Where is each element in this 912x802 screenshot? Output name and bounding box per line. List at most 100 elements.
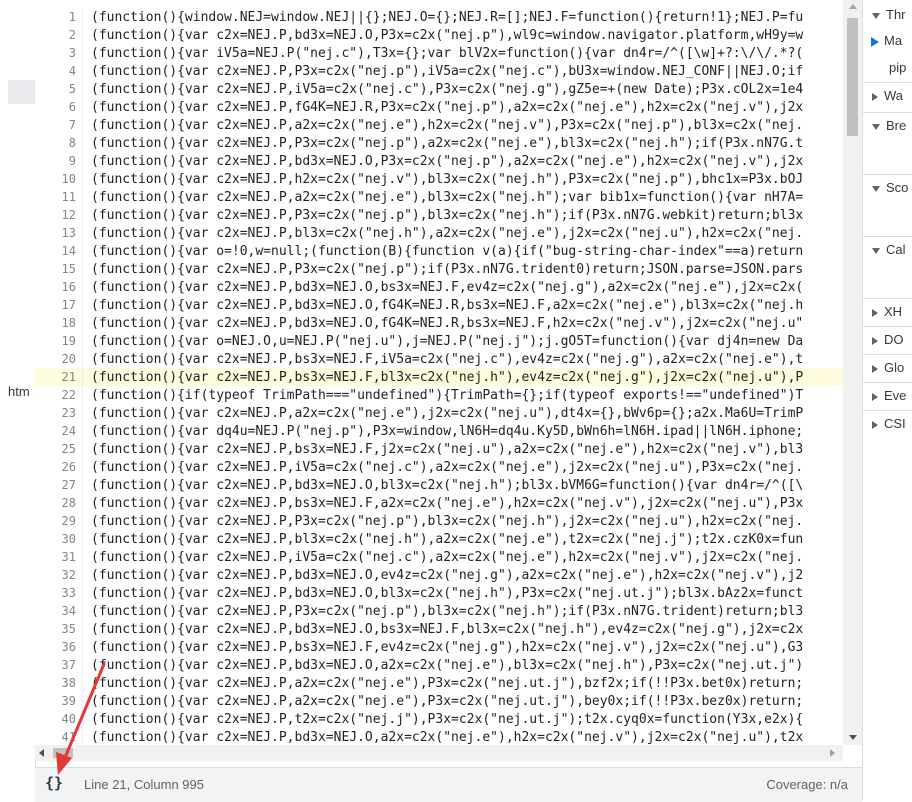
debugger-section-2[interactable]: Bre bbox=[863, 112, 912, 139]
code-line[interactable]: 18 (function(){var c2x=NEJ.P,bd3x=NEJ.O,f… bbox=[35, 314, 843, 332]
code-line[interactable]: 10 (function(){var c2x=NEJ.P,h2x=c2x("nej… bbox=[35, 170, 843, 188]
code-line[interactable]: 24 (function(){var dq4u=NEJ.P("nej.p"),P3… bbox=[35, 422, 843, 440]
code-line[interactable]: 9 (function(){var c2x=NEJ.P,bd3x=NEJ.O,P3… bbox=[35, 152, 843, 170]
line-number[interactable]: 31 bbox=[35, 548, 83, 566]
line-number[interactable]: 3 bbox=[35, 44, 83, 62]
expand-triangle-right-icon[interactable] bbox=[872, 336, 878, 345]
line-number[interactable]: 10 bbox=[35, 170, 83, 188]
line-number[interactable]: 9 bbox=[35, 152, 83, 170]
line-number[interactable]: 8 bbox=[35, 134, 83, 152]
code-line[interactable]: 17 (function(){var c2x=NEJ.P,bd3x=NEJ.O,f… bbox=[35, 296, 843, 314]
line-number[interactable]: 32 bbox=[35, 566, 83, 584]
line-number[interactable]: 11 bbox=[35, 188, 83, 206]
line-number[interactable]: 15 bbox=[35, 260, 83, 278]
debugger-section-9[interactable]: CSI bbox=[863, 410, 912, 437]
code-line[interactable]: 11 (function(){var c2x=NEJ.P,a2x=c2x("nej… bbox=[35, 188, 843, 206]
line-number[interactable]: 34 bbox=[35, 602, 83, 620]
code-line[interactable]: 31 (function(){var c2x=NEJ.P,iV5a=c2x("ne… bbox=[35, 548, 843, 566]
line-number[interactable]: 29 bbox=[35, 512, 83, 530]
code-line[interactable]: 16 (function(){var c2x=NEJ.P,bd3x=NEJ.O,b… bbox=[35, 278, 843, 296]
expand-triangle-right-icon[interactable] bbox=[872, 420, 878, 429]
line-number[interactable]: 23 bbox=[35, 404, 83, 422]
code-line[interactable]: 37 (function(){var c2x=NEJ.P,bd3x=NEJ.O,a… bbox=[35, 656, 843, 674]
vertical-scroll-thumb[interactable] bbox=[847, 18, 858, 136]
line-number[interactable]: 12 bbox=[35, 206, 83, 224]
expand-triangle-right-icon[interactable] bbox=[872, 392, 878, 401]
expand-triangle-right-icon[interactable] bbox=[872, 308, 878, 317]
line-number[interactable]: 39 bbox=[35, 692, 83, 710]
line-number[interactable]: 26 bbox=[35, 458, 83, 476]
code-line[interactable]: 23 (function(){var c2x=NEJ.P,a2x=c2x("nej… bbox=[35, 404, 843, 422]
line-number[interactable]: 1 bbox=[35, 8, 83, 26]
line-number[interactable]: 22 bbox=[35, 386, 83, 404]
debugger-section-3[interactable]: Sco bbox=[863, 174, 912, 201]
line-number[interactable]: 17 bbox=[35, 296, 83, 314]
scroll-down-arrow-icon[interactable] bbox=[849, 735, 857, 740]
code-line[interactable]: 22 (function(){if(typeof TrimPath==="unde… bbox=[35, 386, 843, 404]
code-line[interactable]: 28 (function(){var c2x=NEJ.P,bs3x=NEJ.F,a… bbox=[35, 494, 843, 512]
line-number[interactable]: 14 bbox=[35, 242, 83, 260]
scroll-up-arrow-icon[interactable] bbox=[849, 4, 857, 9]
debugger-section-6[interactable]: DO bbox=[863, 326, 912, 353]
expand-triangle-down-icon[interactable] bbox=[872, 185, 880, 192]
horizontal-scroll-thumb[interactable] bbox=[53, 748, 73, 758]
code-line[interactable]: 27 (function(){var c2x=NEJ.P,bd3x=NEJ.O,b… bbox=[35, 476, 843, 494]
line-number[interactable]: 35 bbox=[35, 620, 83, 638]
line-number[interactable]: 7 bbox=[35, 116, 83, 134]
code-line[interactable]: 40 (function(){var c2x=NEJ.P,t2x=c2x("nej… bbox=[35, 710, 843, 728]
code-line[interactable]: 30 (function(){var c2x=NEJ.P,bl3x=c2x("ne… bbox=[35, 530, 843, 548]
code-line[interactable]: 1 (function(){window.NEJ=window.NEJ||{};N… bbox=[35, 8, 843, 26]
thread-item[interactable]: pip bbox=[863, 55, 912, 81]
code-line[interactable]: 7 (function(){var c2x=NEJ.P,a2x=c2x("nej.… bbox=[35, 116, 843, 134]
code-line[interactable]: 26 (function(){var c2x=NEJ.P,iV5a=c2x("ne… bbox=[35, 458, 843, 476]
code-line[interactable]: 6 (function(){var c2x=NEJ.P,fG4K=NEJ.R,P3… bbox=[35, 98, 843, 116]
code-line[interactable]: 34 (function(){var c2x=NEJ.P,P3x=c2x("nej… bbox=[35, 602, 843, 620]
line-number[interactable]: 38 bbox=[35, 674, 83, 692]
source-editor[interactable]: 1 (function(){window.NEJ=window.NEJ||{};N… bbox=[35, 0, 862, 761]
code-line[interactable]: 4 (function(){var c2x=NEJ.P,P3x=c2x("nej.… bbox=[35, 62, 843, 80]
code-line[interactable]: 32 (function(){var c2x=NEJ.P,bd3x=NEJ.O,e… bbox=[35, 566, 843, 584]
thread-item[interactable]: Ma bbox=[863, 28, 912, 54]
line-number[interactable]: 41 bbox=[35, 728, 83, 745]
debugger-section-0[interactable]: Thr bbox=[863, 2, 912, 28]
line-number[interactable]: 24 bbox=[35, 422, 83, 440]
line-number[interactable]: 13 bbox=[35, 224, 83, 242]
expand-triangle-down-icon[interactable] bbox=[872, 12, 880, 19]
code-line[interactable]: 19 (function(){var o=NEJ.O,u=NEJ.P("nej.u… bbox=[35, 332, 843, 350]
code-line[interactable]: 29 (function(){var c2x=NEJ.P,P3x=c2x("nej… bbox=[35, 512, 843, 530]
code-line[interactable]: 3 (function(){var iV5a=NEJ.P("nej.c"),T3x… bbox=[35, 44, 843, 62]
code-line[interactable]: 5 (function(){var c2x=NEJ.P,iV5a=c2x("nej… bbox=[35, 80, 843, 98]
line-number[interactable]: 16 bbox=[35, 278, 83, 296]
pretty-print-button[interactable]: {} bbox=[45, 774, 63, 792]
code-line[interactable]: 20 (function(){var c2x=NEJ.P,bs3x=NEJ.F,i… bbox=[35, 350, 843, 368]
navigator-file-label[interactable]: htm bbox=[8, 384, 30, 399]
line-number[interactable]: 37 bbox=[35, 656, 83, 674]
code-line[interactable]: 8 (function(){var c2x=NEJ.P,P3x=c2x("nej.… bbox=[35, 134, 843, 152]
code-area[interactable]: 1 (function(){window.NEJ=window.NEJ||{};N… bbox=[35, 0, 843, 745]
line-number[interactable]: 18 bbox=[35, 314, 83, 332]
debugger-section-5[interactable]: XH bbox=[863, 298, 912, 325]
horizontal-scrollbar[interactable] bbox=[35, 745, 843, 761]
line-number[interactable]: 36 bbox=[35, 638, 83, 656]
debugger-section-7[interactable]: Glo bbox=[863, 354, 912, 381]
line-number[interactable]: 5 bbox=[35, 80, 83, 98]
code-line[interactable]: 41 (function(){var c2x=NEJ.P,bd3x=NEJ.O,a… bbox=[35, 728, 843, 745]
debugger-section-8[interactable]: Eve bbox=[863, 382, 912, 409]
line-number[interactable]: 19 bbox=[35, 332, 83, 350]
code-line[interactable]: 14 (function(){var o=!0,w=null;(function(… bbox=[35, 242, 843, 260]
line-number[interactable]: 25 bbox=[35, 440, 83, 458]
debugger-section-4[interactable]: Cal bbox=[863, 236, 912, 263]
code-line[interactable]: 12 (function(){var c2x=NEJ.P,P3x=c2x("nej… bbox=[35, 206, 843, 224]
line-number[interactable]: 33 bbox=[35, 584, 83, 602]
line-number[interactable]: 21 bbox=[35, 368, 83, 386]
code-line[interactable]: 13 (function(){var c2x=NEJ.P,bl3x=c2x("ne… bbox=[35, 224, 843, 242]
line-number[interactable]: 30 bbox=[35, 530, 83, 548]
line-number[interactable]: 2 bbox=[35, 26, 83, 44]
line-number[interactable]: 4 bbox=[35, 62, 83, 80]
expand-triangle-down-icon[interactable] bbox=[872, 247, 880, 254]
line-number[interactable]: 6 bbox=[35, 98, 83, 116]
debugger-section-1[interactable]: Wa bbox=[863, 82, 912, 109]
expand-triangle-right-icon[interactable] bbox=[872, 92, 878, 101]
vertical-scrollbar[interactable] bbox=[843, 0, 862, 745]
line-number[interactable]: 27 bbox=[35, 476, 83, 494]
